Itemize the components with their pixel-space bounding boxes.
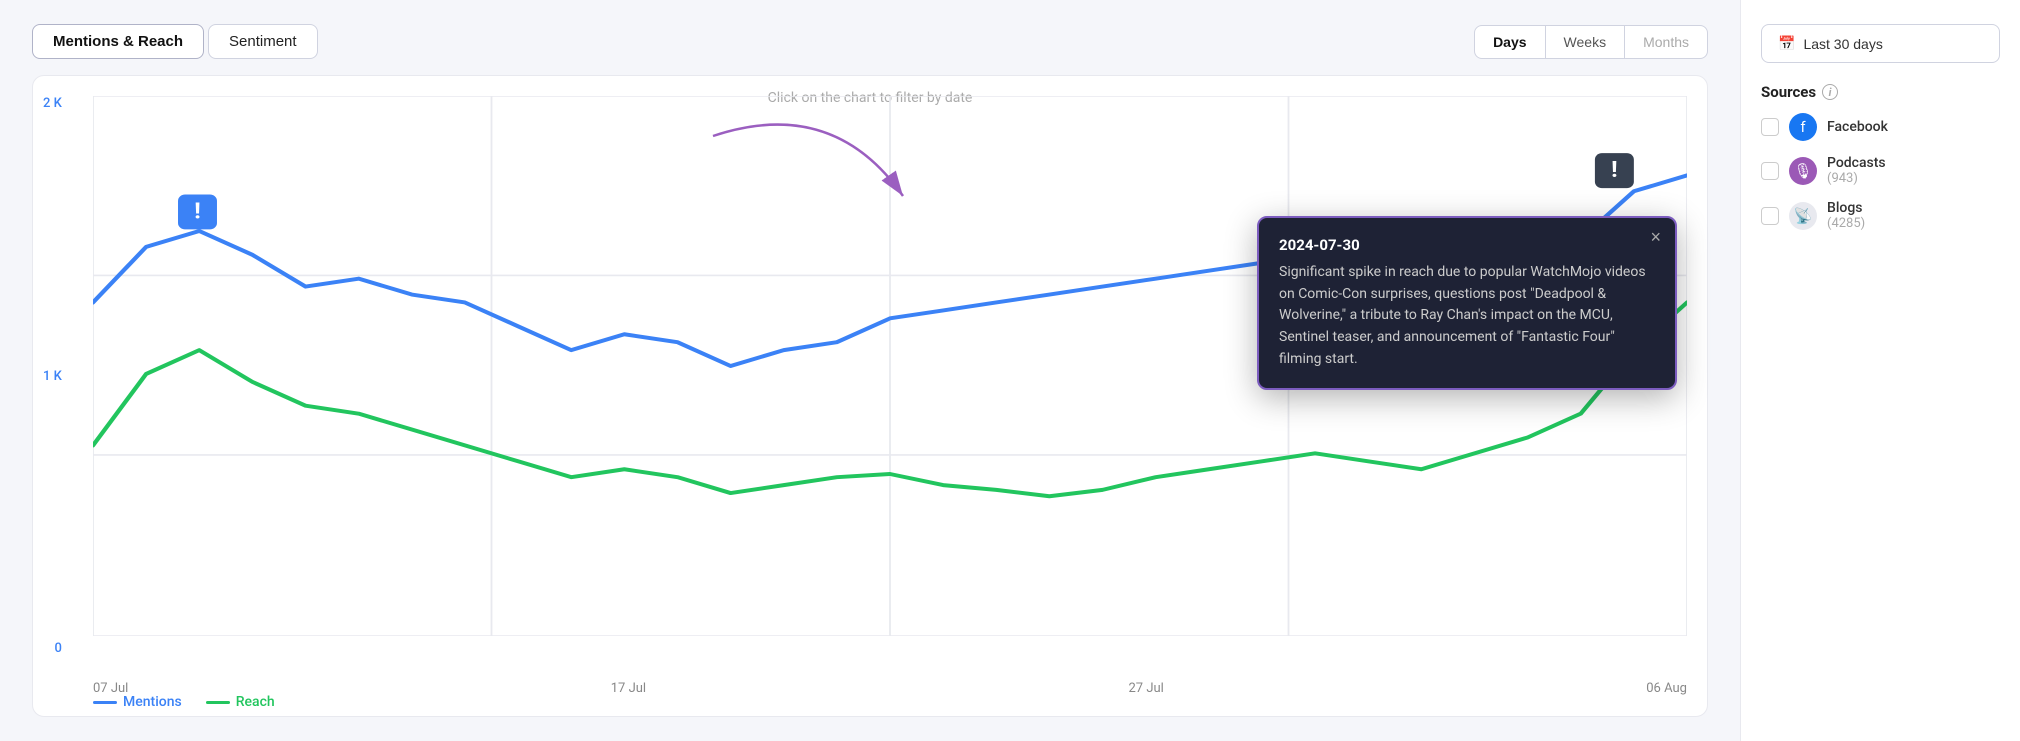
chart-tab-group: Mentions & Reach Sentiment xyxy=(32,24,318,59)
source-item-blogs: 📡 Blogs (4285) xyxy=(1761,200,2000,231)
tab-mentions-reach[interactable]: Mentions & Reach xyxy=(32,24,204,59)
source-count-podcasts: (943) xyxy=(1827,171,1886,186)
legend-mentions-line xyxy=(93,701,117,704)
period-months[interactable]: Months xyxy=(1625,26,1707,58)
sidebar: 📅 Last 30 days Sources i f Facebook 🎙 Po… xyxy=(1740,0,2020,741)
tooltip-close-button[interactable]: × xyxy=(1650,228,1661,246)
date-range-button[interactable]: 📅 Last 30 days xyxy=(1761,24,2000,63)
source-checkbox-blogs[interactable] xyxy=(1761,207,1779,225)
source-checkbox-facebook[interactable] xyxy=(1761,118,1779,136)
source-icon-blogs: 📡 xyxy=(1789,202,1817,230)
x-label-06aug: 06 Aug xyxy=(1646,681,1687,696)
svg-text:!: ! xyxy=(1611,156,1618,182)
legend-mentions-label: Mentions xyxy=(123,694,182,710)
sources-section: Sources i f Facebook 🎙 Podcasts (943) 📡 xyxy=(1761,83,2000,245)
source-count-blogs: (4285) xyxy=(1827,216,1865,231)
source-icon-facebook: f xyxy=(1789,113,1817,141)
sources-info-icon[interactable]: i xyxy=(1822,84,1838,100)
source-checkbox-podcasts[interactable] xyxy=(1761,162,1779,180)
source-label-facebook: Facebook xyxy=(1827,119,1888,135)
source-label-podcasts: Podcasts xyxy=(1827,155,1886,171)
y-label-0: 0 xyxy=(54,641,61,656)
legend-mentions: Mentions xyxy=(93,694,182,710)
source-item-podcasts: 🎙 Podcasts (943) xyxy=(1761,155,2000,186)
source-label-blogs: Blogs xyxy=(1827,200,1865,216)
sources-title: Sources i xyxy=(1761,83,2000,101)
date-range-label: Last 30 days xyxy=(1803,36,1882,52)
legend-reach-line xyxy=(206,701,230,704)
source-item-facebook: f Facebook xyxy=(1761,113,2000,141)
y-label-2k: 2 K xyxy=(43,96,62,111)
chart-container[interactable]: Click on the chart to filter by date 2 K… xyxy=(32,75,1708,717)
x-label-27jul: 27 Jul xyxy=(1129,681,1164,696)
calendar-icon: 📅 xyxy=(1778,35,1795,52)
period-selector: Days Weeks Months xyxy=(1474,25,1708,59)
source-icon-podcasts: 🎙 xyxy=(1789,157,1817,185)
x-axis-labels: 07 Jul 17 Jul 27 Jul 06 Aug xyxy=(93,681,1687,696)
svg-text:!: ! xyxy=(194,198,201,224)
y-label-1k: 1 K xyxy=(43,369,62,384)
legend-reach-label: Reach xyxy=(236,694,275,710)
tooltip-date: 2024-07-30 xyxy=(1279,236,1655,254)
tabs-row: Mentions & Reach Sentiment Days Weeks Mo… xyxy=(32,24,1708,59)
chart-tooltip: × 2024-07-30 Significant spike in reach … xyxy=(1257,216,1677,390)
period-days[interactable]: Days xyxy=(1475,26,1545,58)
y-axis-labels: 2 K 1 K 0 xyxy=(43,96,62,656)
tab-sentiment[interactable]: Sentiment xyxy=(208,24,318,59)
x-label-17jul: 17 Jul xyxy=(611,681,646,696)
tooltip-text: Significant spike in reach due to popula… xyxy=(1279,262,1655,370)
chart-legend: Mentions Reach xyxy=(93,694,275,716)
legend-reach: Reach xyxy=(206,694,275,710)
period-weeks[interactable]: Weeks xyxy=(1546,26,1626,58)
